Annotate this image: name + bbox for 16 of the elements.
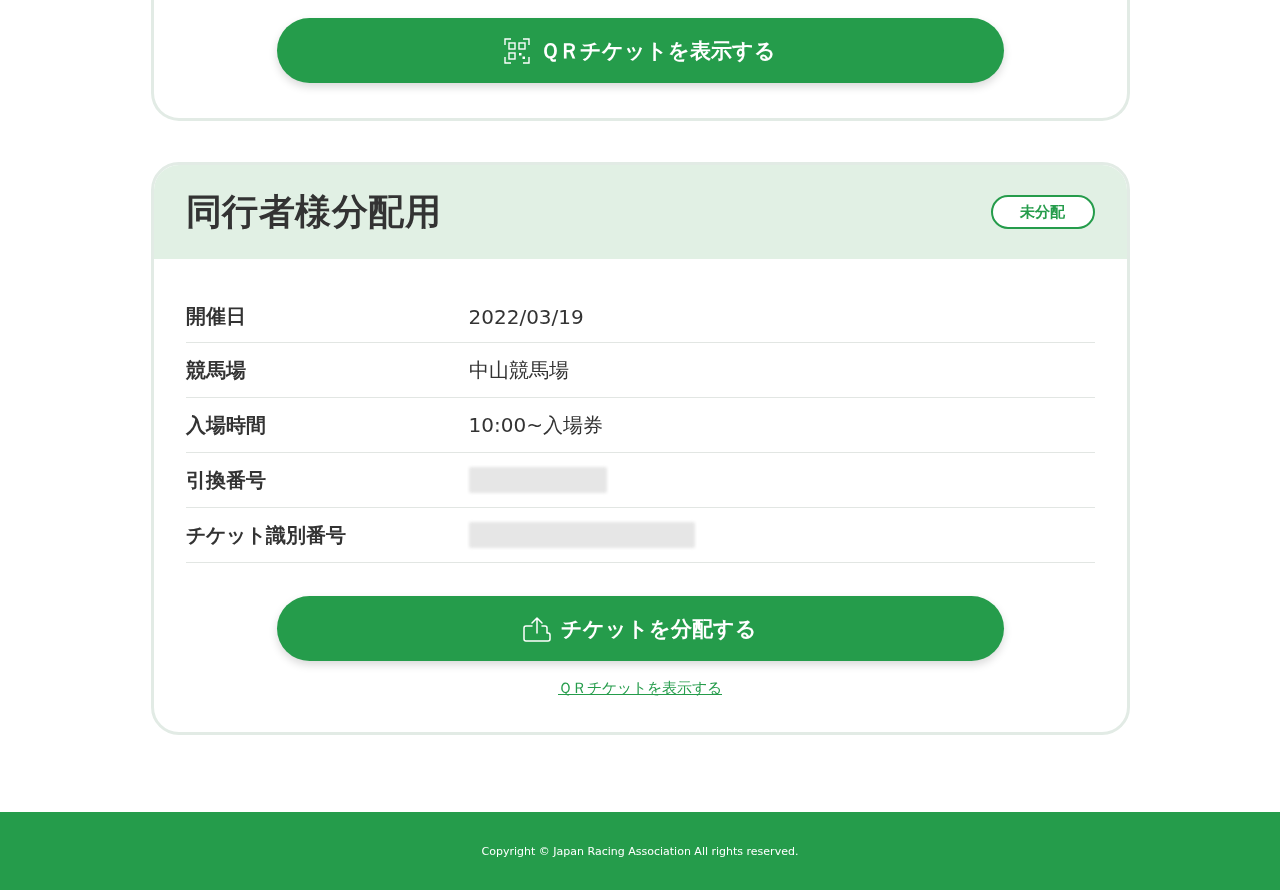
- detail-value: 中山競馬場: [468, 356, 569, 384]
- detail-value: 2022/03/19: [468, 304, 584, 329]
- card-title: 同行者様分配用: [185, 189, 441, 234]
- distribute-ticket-button[interactable]: チケットを分配する: [276, 596, 1004, 661]
- qr-code-icon: [504, 37, 530, 64]
- detail-label: 引換番号: [185, 466, 267, 494]
- upload-icon: [523, 615, 551, 642]
- detail-label: 競馬場: [185, 356, 247, 384]
- qr-ticket-link[interactable]: ＱＲチケットを表示する: [558, 679, 722, 698]
- copyright-text: Copyright © Japan Racing Association All rights reserved.: [481, 844, 799, 858]
- detail-label: 開催日: [185, 303, 247, 330]
- detail-label: チケット識別番号: [185, 521, 347, 549]
- detail-value: 10:00~入場券: [468, 411, 603, 439]
- qr-ticket-button[interactable]: ＱＲチケットを表示する: [276, 18, 1004, 83]
- status-badge: 未分配: [990, 195, 1095, 229]
- detail-label: 入場時間: [185, 411, 267, 439]
